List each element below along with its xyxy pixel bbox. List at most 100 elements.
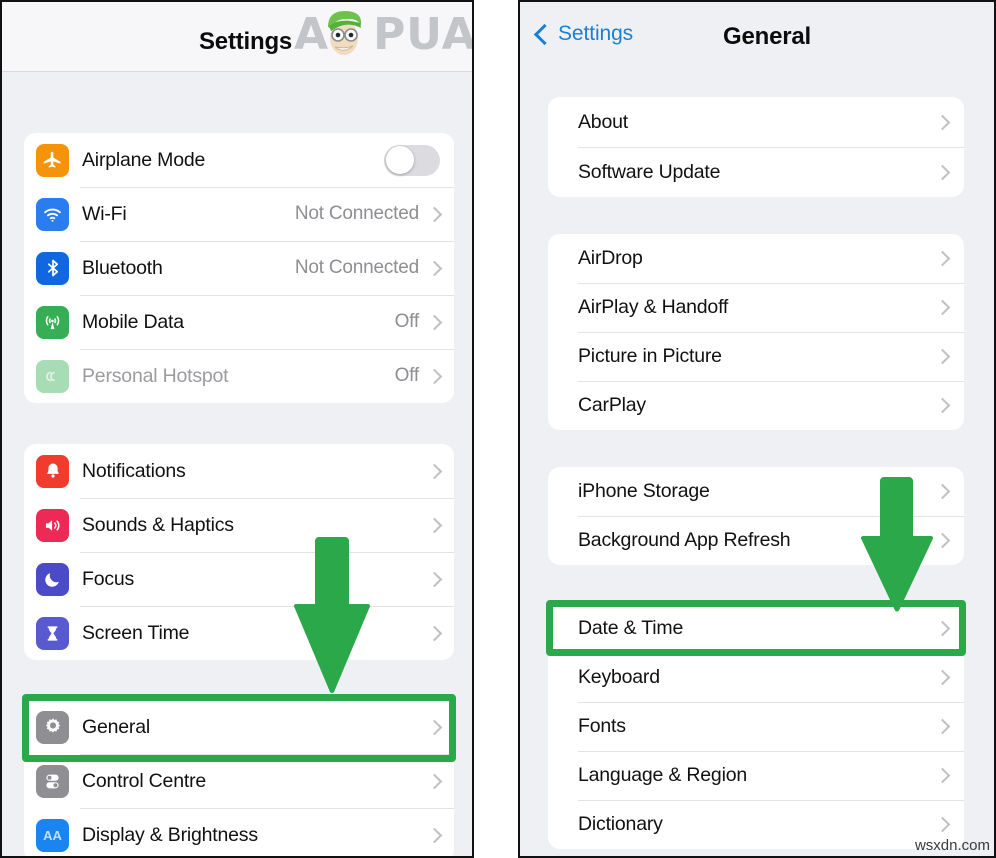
settings-row-label: Software Update bbox=[578, 160, 721, 183]
settings-row-label: AirDrop bbox=[578, 247, 643, 269]
settings-row-language-region[interactable]: Language & Region bbox=[548, 751, 964, 800]
chevron-right-icon bbox=[934, 164, 951, 180]
control-centre-icon bbox=[36, 764, 69, 798]
chevron-right-icon bbox=[426, 571, 443, 587]
settings-row-airplane-mode[interactable]: Airplane Mode bbox=[24, 133, 454, 187]
settings-row-personal-hotspot[interactable]: Personal Hotspot Off bbox=[24, 349, 454, 403]
left-navbar: Settings A PUALS bbox=[2, 2, 472, 72]
settings-row-date-time[interactable]: Date & Time bbox=[548, 604, 964, 653]
chevron-right-icon bbox=[934, 816, 951, 833]
settings-row-label: Fonts bbox=[578, 715, 626, 737]
settings-row-dictionary[interactable]: Dictionary bbox=[548, 800, 964, 849]
chevron-right-icon bbox=[934, 532, 951, 549]
toggle-knob bbox=[385, 146, 414, 174]
settings-row-iphone-storage[interactable]: iPhone Storage bbox=[548, 467, 964, 516]
wifi-icon bbox=[36, 197, 69, 231]
settings-row-background-app-refresh[interactable]: Background App Refresh bbox=[548, 516, 964, 565]
settings-row-notifications[interactable]: Notifications bbox=[24, 444, 454, 498]
settings-row-label: Dictionary bbox=[578, 813, 663, 835]
chevron-right-icon bbox=[934, 348, 951, 365]
chevron-right-icon bbox=[426, 260, 443, 276]
system-group: General Control Centre AA Display & Brig… bbox=[24, 700, 454, 856]
speaker-icon bbox=[36, 508, 69, 542]
settings-row-label: CarPlay bbox=[578, 394, 646, 416]
settings-row-label: iPhone Storage bbox=[578, 480, 710, 502]
connectivity-group: Airplane Mode Wi-Fi Not Connected Blueto… bbox=[24, 133, 454, 403]
back-button-label: Settings bbox=[558, 22, 634, 45]
settings-row-picture-in-picture[interactable]: Picture in Picture bbox=[548, 332, 964, 381]
chevron-right-icon bbox=[934, 483, 951, 500]
settings-row-fonts[interactable]: Fonts bbox=[548, 702, 964, 751]
bluetooth-icon bbox=[36, 251, 69, 285]
settings-row-wifi[interactable]: Wi-Fi Not Connected bbox=[24, 187, 454, 241]
gear-icon bbox=[36, 710, 69, 744]
appuals-logo: A PUALS bbox=[294, 9, 474, 60]
settings-row-label: Keyboard bbox=[578, 666, 660, 688]
page-title: General bbox=[723, 23, 811, 50]
info-group: About Software Update bbox=[548, 97, 964, 197]
alerts-group: Notifications Sounds & Haptics Focus Scr… bbox=[24, 444, 454, 660]
chevron-right-icon bbox=[426, 314, 443, 330]
general-phone-screen: Settings General A PUALS bbox=[518, 0, 996, 858]
site-watermark: wsxdn.com bbox=[914, 837, 990, 854]
settings-row-value: Off bbox=[394, 365, 420, 386]
moon-icon bbox=[36, 562, 69, 596]
settings-row-sounds-haptics[interactable]: Sounds & Haptics bbox=[24, 498, 454, 552]
chevron-right-icon bbox=[426, 368, 443, 384]
settings-row-label: Wi-Fi bbox=[82, 202, 127, 225]
chevron-right-icon bbox=[426, 719, 443, 735]
connectivity-features-group: AirDrop AirPlay & Handoff Picture in Pic… bbox=[548, 234, 964, 430]
settings-row-label: Display & Brightness bbox=[82, 823, 258, 846]
settings-row-display-brightness[interactable]: AA Display & Brightness bbox=[24, 808, 454, 856]
mobile-data-icon bbox=[36, 305, 69, 339]
settings-row-label: Notifications bbox=[82, 459, 186, 482]
settings-row-label: Bluetooth bbox=[82, 256, 163, 279]
storage-group: iPhone Storage Background App Refresh bbox=[548, 467, 964, 565]
hotspot-icon bbox=[36, 359, 69, 393]
chevron-right-icon bbox=[934, 397, 951, 414]
localization-group: Date & Time Keyboard Fonts Language & Re… bbox=[548, 604, 964, 849]
settings-row-label: Screen Time bbox=[82, 621, 190, 644]
airplane-mode-toggle[interactable] bbox=[384, 144, 440, 176]
settings-row-label: Airplane Mode bbox=[82, 148, 206, 171]
settings-row-bluetooth[interactable]: Bluetooth Not Connected bbox=[24, 241, 454, 295]
chevron-right-icon bbox=[426, 463, 443, 479]
settings-row-value: Not Connected bbox=[294, 203, 419, 224]
settings-row-software-update[interactable]: Software Update bbox=[548, 147, 964, 197]
chevron-right-icon bbox=[934, 718, 951, 735]
bell-icon bbox=[36, 454, 69, 488]
hourglass-icon bbox=[36, 616, 69, 650]
chevron-right-icon bbox=[934, 299, 951, 316]
chevron-right-icon bbox=[934, 767, 951, 784]
settings-row-label: Control Centre bbox=[82, 769, 207, 792]
chevron-right-icon bbox=[934, 114, 951, 130]
settings-row-carplay[interactable]: CarPlay bbox=[548, 381, 964, 430]
settings-row-keyboard[interactable]: Keyboard bbox=[548, 653, 964, 702]
settings-row-screen-time[interactable]: Screen Time bbox=[24, 606, 454, 660]
right-navbar: Settings General A PUALS bbox=[520, 2, 994, 80]
settings-row-label: Sounds & Haptics bbox=[82, 513, 234, 536]
settings-row-about[interactable]: About bbox=[548, 97, 964, 147]
back-to-settings-button[interactable]: Settings bbox=[533, 22, 634, 46]
settings-row-airdrop[interactable]: AirDrop bbox=[548, 234, 964, 283]
settings-row-label: Background App Refresh bbox=[578, 529, 791, 551]
chevron-right-icon bbox=[934, 669, 951, 686]
settings-row-value: Not Connected bbox=[294, 257, 419, 278]
settings-row-label: Language & Region bbox=[578, 764, 747, 786]
settings-row-airplay-handoff[interactable]: AirPlay & Handoff bbox=[548, 283, 964, 332]
settings-row-label: Picture in Picture bbox=[578, 345, 722, 367]
chevron-right-icon bbox=[426, 827, 443, 843]
settings-row-label: Personal Hotspot bbox=[82, 364, 229, 387]
appuals-logo-text: PUALS bbox=[373, 9, 474, 60]
settings-row-mobile-data[interactable]: Mobile Data Off bbox=[24, 295, 454, 349]
settings-phone-screen: Settings A PUALS bbox=[0, 0, 474, 858]
settings-row-label: About bbox=[578, 110, 628, 133]
screenshot-stage: Settings A PUALS bbox=[0, 0, 996, 858]
appuals-mascot-icon bbox=[328, 11, 362, 55]
settings-row-general[interactable]: General bbox=[24, 700, 454, 754]
page-title: Settings bbox=[199, 28, 293, 55]
airplane-icon bbox=[36, 143, 69, 177]
settings-row-control-centre[interactable]: Control Centre bbox=[24, 754, 454, 808]
display-brightness-icon: AA bbox=[36, 818, 69, 852]
settings-row-focus[interactable]: Focus bbox=[24, 552, 454, 606]
